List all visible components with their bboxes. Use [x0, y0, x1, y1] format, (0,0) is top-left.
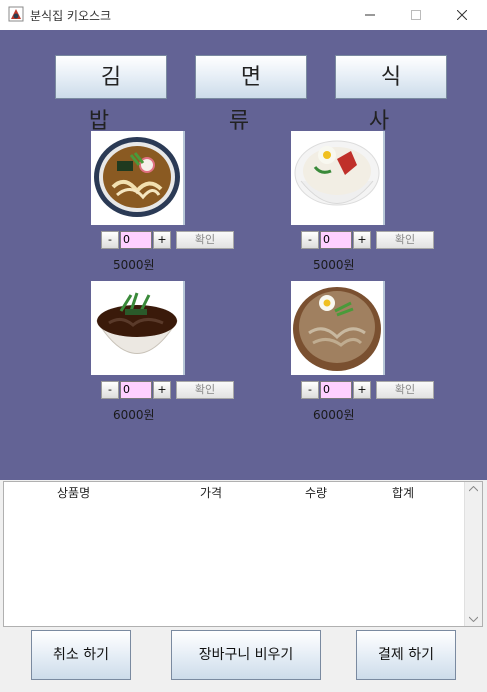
soba-quantity-stepper: - 0 + 확인	[101, 381, 241, 399]
udon-quantity-field[interactable]: 0	[120, 231, 152, 249]
category-gimbap-button[interactable]: 김밥	[55, 55, 167, 134]
scroll-up-icon[interactable]	[469, 486, 478, 492]
cart-header-quantity: 수량	[305, 486, 328, 500]
mul-naengmyeon-price: 6000원	[313, 408, 355, 422]
udon-decrement-button[interactable]: -	[101, 231, 119, 249]
window-title: 분식집 키오스크	[30, 9, 112, 23]
mul-naengmyeon-increment-button[interactable]: +	[353, 381, 371, 399]
spicy-naengmyeon-decrement-button[interactable]: -	[301, 231, 319, 249]
soba-confirm-button[interactable]: 확인	[176, 381, 234, 399]
clear-cart-button[interactable]: 장바구니 비우기	[171, 630, 321, 680]
udon-price: 5000원	[113, 258, 155, 272]
close-button[interactable]	[439, 0, 485, 30]
cart-header-total: 합계	[392, 486, 415, 500]
spicy-naengmyeon-quantity-stepper: - 0 + 확인	[301, 231, 441, 249]
close-icon	[457, 10, 467, 20]
udon-increment-button[interactable]: +	[153, 231, 171, 249]
cart-scrollbar[interactable]	[464, 482, 482, 626]
maximize-button[interactable]	[393, 0, 439, 30]
spicy-naengmyeon-increment-button[interactable]: +	[353, 231, 371, 249]
maximize-icon	[411, 10, 421, 20]
title-bar: 분식집 키오스크	[0, 0, 487, 30]
udon-quantity-stepper: - 0 + 확인	[101, 231, 241, 249]
soba-quantity-field[interactable]: 0	[120, 381, 152, 399]
mul-naengmyeon-confirm-button[interactable]: 확인	[376, 381, 434, 399]
spicy-naengmyeon-quantity-field[interactable]: 0	[320, 231, 352, 249]
spicy-naengmyeon-confirm-button[interactable]: 확인	[376, 231, 434, 249]
cart-table[interactable]: 상품명 가격 수량 합계	[3, 481, 483, 627]
spicy-naengmyeon-photo[interactable]	[291, 131, 385, 225]
spicy-naengmyeon-price: 5000원	[313, 258, 355, 272]
kiosk-app-icon	[8, 6, 24, 22]
category-meals-button[interactable]: 식사	[335, 55, 447, 134]
mul-naengmyeon-quantity-field[interactable]: 0	[320, 381, 352, 399]
soba-increment-button[interactable]: +	[153, 381, 171, 399]
mul-naengmyeon-quantity-stepper: - 0 + 확인	[301, 381, 441, 399]
scroll-down-icon[interactable]	[469, 616, 478, 622]
pay-button[interactable]: 결제 하기	[356, 630, 456, 680]
cart-header-product: 상품명	[57, 486, 91, 500]
soba-decrement-button[interactable]: -	[101, 381, 119, 399]
mul-naengmyeon-decrement-button[interactable]: -	[301, 381, 319, 399]
cancel-button[interactable]: 취소 하기	[31, 630, 131, 680]
udon-bowl-photo[interactable]	[91, 131, 185, 225]
mul-naengmyeon-photo[interactable]	[291, 281, 385, 375]
minimize-icon	[365, 14, 375, 16]
cart-header-price: 가격	[200, 486, 223, 500]
soba-price: 6000원	[113, 408, 155, 422]
minimize-button[interactable]	[347, 0, 393, 30]
category-noodles-button[interactable]: 면류	[195, 55, 307, 134]
soba-bowl-photo[interactable]	[91, 281, 185, 375]
udon-confirm-button[interactable]: 확인	[176, 231, 234, 249]
